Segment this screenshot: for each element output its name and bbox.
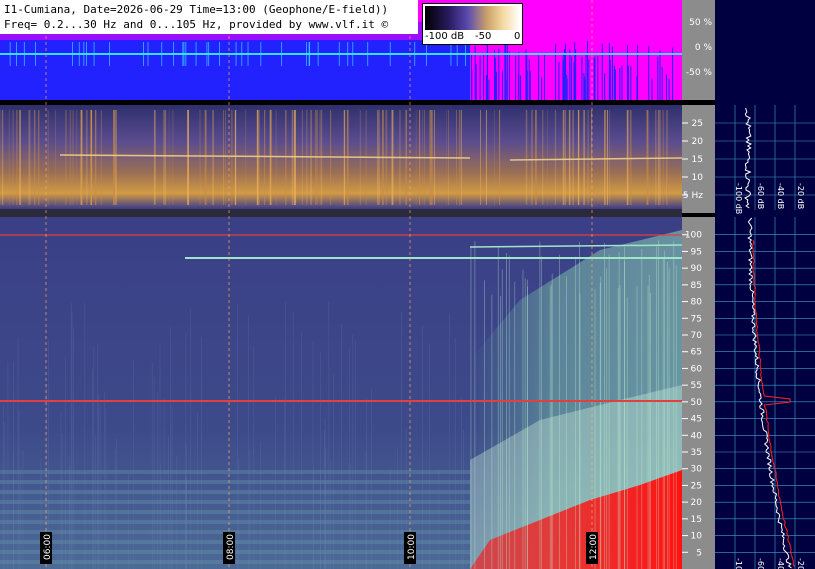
main-frequency-tick-label: 65 — [691, 348, 702, 358]
main-frequency-tick-label: 85 — [691, 281, 702, 291]
vlf-spectrogram-figure: 50 % 0 % -50 % 25 20 15 10 5 Hz 100 95 90 85 80 75 7… — [0, 0, 815, 569]
side-profile-tick-label: -20 dB — [796, 183, 805, 209]
main-frequency-tick-label: 55 — [691, 381, 702, 391]
main-frequency-tick-label: 25 — [691, 481, 702, 491]
time-tick-label: 12:00 — [589, 534, 599, 560]
main-frequency-tick-label: 45 — [691, 415, 702, 425]
main-frequency-tick-label: 60 — [691, 364, 703, 374]
spectrogram-canvas: 50 %0 %-50 % 252015105 Hz 10095908580757… — [0, 0, 815, 569]
header-line-2: Freq= 0.2...30 Hz and 0...105 Hz, provid… — [4, 18, 389, 31]
low-frequency-spectrogram — [0, 105, 715, 213]
side-profile-tick-label: -40 dB — [776, 558, 785, 569]
main-frequency-tick-label: 95 — [691, 247, 702, 257]
main-frequency-tick-label: 30 — [691, 465, 703, 475]
time-tick-label: 08:00 — [226, 534, 236, 560]
header-line-1: I1-Cumiana, Date=2026-06-29 Time=13:00 (… — [4, 3, 389, 16]
colorbar-tick-min: -100 dB — [425, 31, 465, 42]
side-profile-tick-label: -60 dB — [756, 558, 765, 569]
colorbar-legend: -100 dB -50 0 — [422, 3, 523, 45]
low-frequency-tick-label: 25 — [692, 119, 703, 129]
time-tick-label: 10:00 — [407, 534, 417, 560]
side-profile-tick-label: -20 dB — [796, 558, 805, 569]
side-profile-tick-label: -40 dB — [776, 183, 785, 209]
colorbar-tick-max: 0 — [514, 31, 521, 42]
main-frequency-tick-label: 70 — [691, 331, 703, 341]
main-frequency-tick-label: 50 — [691, 398, 703, 408]
side-profile-panel: -100 dB -60 dB -40 dB -20 dB -100 dB -60 dB -4… — [715, 0, 815, 569]
amplitude-tick-label: -50 % — [686, 68, 713, 78]
low-frequency-tick-label: 20 — [692, 137, 704, 147]
main-frequency-tick-label: 15 — [691, 515, 702, 525]
main-frequency-tick-label: 100 — [685, 231, 702, 241]
colorbar-tick-mid: -50 — [475, 31, 492, 42]
main-frequency-tick-label: 5 — [696, 548, 702, 558]
low-frequency-tick-label: 15 — [692, 155, 703, 165]
main-spectrogram — [0, 217, 715, 569]
side-profile-tick-label: -100 dB — [734, 183, 743, 214]
side-profile-tick-label: -60 dB — [756, 183, 765, 209]
colorbar-gradient — [425, 6, 520, 30]
main-frequency-tick-label: 90 — [691, 264, 703, 274]
low-frequency-tick-label: 10 — [692, 173, 704, 183]
amplitude-tick-label: 0 % — [695, 43, 713, 53]
side-profile-tick-label: -100 dB — [734, 558, 743, 569]
main-frequency-tick-label: 20 — [691, 498, 703, 508]
main-frequency-tick-label: 35 — [691, 448, 702, 458]
main-frequency-tick-label: 10 — [691, 532, 703, 542]
amplitude-tick-label: 50 % — [689, 18, 712, 28]
figure-header: I1-Cumiana, Date=2026-06-29 Time=13:00 (… — [0, 0, 418, 34]
main-frequency-tick-label: 40 — [691, 431, 703, 441]
main-frequency-tick-label: 75 — [691, 314, 702, 324]
time-tick-label: 06:00 — [43, 534, 53, 560]
low-frequency-tick-label: 5 Hz — [683, 191, 703, 201]
main-frequency-tick-label: 80 — [691, 298, 703, 308]
